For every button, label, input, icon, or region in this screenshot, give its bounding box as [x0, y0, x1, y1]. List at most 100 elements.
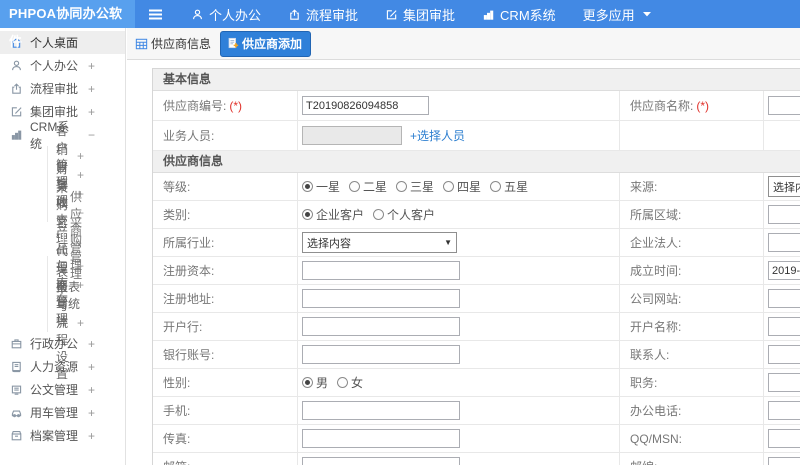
- input-开户行[interactable]: [302, 317, 460, 336]
- field-label: 手机:: [163, 404, 191, 418]
- archive-icon: [10, 429, 23, 442]
- radio-label: 二星: [363, 180, 388, 194]
- radio-unselected-icon[interactable]: [443, 181, 455, 192]
- expand-plus-icon[interactable]: +: [88, 407, 95, 419]
- form-label-cell: 来源:: [620, 173, 764, 200]
- form-label-cell: 开户名称:: [620, 313, 764, 340]
- sidebar-item-流程审批[interactable]: 流程审批 +: [0, 77, 125, 100]
- select-person-link[interactable]: +选择人员: [410, 127, 465, 144]
- input-供应商编号[interactable]: [302, 96, 429, 115]
- section-header-供应商信息: 供应商信息: [153, 151, 800, 173]
- sidebar-item-个人办公[interactable]: 个人办公 +: [0, 54, 125, 77]
- input-供应商名称[interactable]: [768, 96, 800, 115]
- form-row: 开户行: 开户名称:: [153, 313, 800, 341]
- select-来源[interactable]: 选择内容▼: [768, 176, 800, 197]
- input-公司网站[interactable]: [768, 289, 800, 308]
- field-label: 成立时间:: [630, 264, 682, 278]
- radio-二星[interactable]: 二星: [349, 178, 387, 195]
- form-label-cell: [620, 121, 764, 150]
- expand-plus-icon[interactable]: +: [88, 430, 95, 442]
- input-注册资本[interactable]: [302, 261, 460, 280]
- input-邮编[interactable]: [768, 457, 800, 465]
- expand-plus-icon[interactable]: +: [88, 83, 95, 95]
- sidebar-item-用车管理[interactable]: 用车管理 +: [0, 401, 125, 424]
- input-邮箱[interactable]: [302, 457, 460, 465]
- input-办公电话[interactable]: [768, 401, 800, 420]
- radio-企业客户[interactable]: 企业客户: [302, 206, 364, 223]
- form-field-cell: +选择人员: [298, 121, 620, 150]
- form-label-cell: 公司网站:: [620, 285, 764, 312]
- nav-item-label: 集团审批: [403, 7, 456, 23]
- sidebar-item-公文管理[interactable]: 公文管理 +: [0, 378, 125, 401]
- form-field-cell: [764, 369, 800, 396]
- chart-icon: [482, 8, 495, 21]
- form-label-cell: 传真:: [153, 425, 298, 452]
- sidebar-item-行政办公[interactable]: 行政办公 +: [0, 332, 125, 355]
- form-field-cell: 选择内容 ▼: [298, 229, 620, 256]
- sidebar-item-表单与流程设置[interactable]: 表单与流程设置 +: [0, 265, 125, 381]
- radio-unselected-icon[interactable]: [396, 181, 408, 192]
- radio-unselected-icon[interactable]: [349, 181, 361, 192]
- nav-item-2[interactable]: 集团审批: [385, 5, 455, 24]
- radio-三星[interactable]: 三星: [396, 178, 434, 195]
- form-row: 银行账号: 联系人:: [153, 341, 800, 369]
- nav-item-1[interactable]: 流程审批: [288, 5, 358, 24]
- radio-个人客户[interactable]: 个人客户: [373, 206, 435, 223]
- input-企业法人[interactable]: [768, 233, 800, 252]
- radio-unselected-icon[interactable]: [490, 181, 502, 192]
- input-传真[interactable]: [302, 429, 460, 448]
- radio-四星[interactable]: 四星: [443, 178, 481, 195]
- field-label: 职务:: [630, 376, 658, 390]
- input-银行账号[interactable]: [302, 345, 460, 364]
- radio-selected-icon[interactable]: [302, 209, 313, 220]
- input-职务[interactable]: [768, 373, 800, 392]
- input-所属区域[interactable]: [768, 205, 800, 224]
- radio-一星[interactable]: 一星: [302, 178, 340, 195]
- radio-unselected-icon[interactable]: [337, 377, 349, 388]
- input-联系人[interactable]: [768, 345, 800, 364]
- sidebar-item-label: 个人办公: [30, 59, 79, 73]
- user-icon: [10, 59, 23, 72]
- radio-男[interactable]: 男: [302, 374, 328, 391]
- app-logo: PHPOA协同办公软件: [0, 0, 135, 49]
- expand-plus-icon[interactable]: +: [88, 361, 95, 373]
- radio-selected-icon[interactable]: [302, 377, 313, 388]
- input-QQ/MSN[interactable]: [768, 429, 800, 448]
- input-手机[interactable]: [302, 401, 460, 420]
- expand-plus-icon[interactable]: +: [88, 106, 95, 118]
- sidebar-item-采购管理[interactable]: 采购管理 −: [0, 181, 125, 246]
- form-field-cell: [764, 257, 800, 284]
- expand-plus-icon[interactable]: +: [77, 317, 84, 329]
- nav-item-label: 流程审批: [306, 7, 359, 23]
- radio-五星[interactable]: 五星: [490, 178, 528, 195]
- form-label-cell: 注册资本:: [153, 257, 298, 284]
- collapse-minus-icon[interactable]: −: [88, 129, 95, 141]
- hamburger-menu-icon[interactable]: [148, 8, 163, 21]
- user-icon: [191, 8, 204, 21]
- expand-plus-icon[interactable]: +: [88, 60, 95, 72]
- field-label: 邮箱:: [163, 458, 190, 465]
- expand-plus-icon[interactable]: +: [77, 150, 84, 162]
- sidebar-item-label: 用车管理: [30, 406, 79, 420]
- nav-item-3[interactable]: CRM系统: [482, 5, 556, 24]
- table-icon: [135, 38, 148, 50]
- input-成立时间[interactable]: [768, 261, 800, 280]
- input-业务人员[interactable]: [302, 126, 402, 145]
- expand-plus-icon[interactable]: +: [88, 384, 95, 396]
- nav-item-4[interactable]: 更多应用: [583, 5, 651, 24]
- tab-供应商信息[interactable]: 供应商信息: [135, 35, 211, 52]
- radio-unselected-icon[interactable]: [373, 209, 385, 220]
- form-row: 手机: 办公电话:: [153, 397, 800, 425]
- radio-selected-icon[interactable]: [302, 181, 313, 192]
- input-开户名称[interactable]: [768, 317, 800, 336]
- sidebar-item-人力资源[interactable]: 人力资源 +: [0, 355, 125, 378]
- tab-供应商添加[interactable]: 供应商添加: [220, 30, 312, 57]
- expand-plus-icon[interactable]: +: [77, 169, 84, 181]
- select-所属行业[interactable]: 选择内容 ▼: [302, 232, 457, 253]
- nav-item-0[interactable]: 个人办公: [191, 5, 261, 24]
- sidebar-item-档案管理[interactable]: 档案管理 +: [0, 424, 125, 447]
- expand-plus-icon[interactable]: +: [88, 338, 95, 350]
- input-注册地址[interactable]: [302, 289, 460, 308]
- expand-plus-icon[interactable]: +: [77, 260, 84, 272]
- radio-女[interactable]: 女: [337, 374, 363, 391]
